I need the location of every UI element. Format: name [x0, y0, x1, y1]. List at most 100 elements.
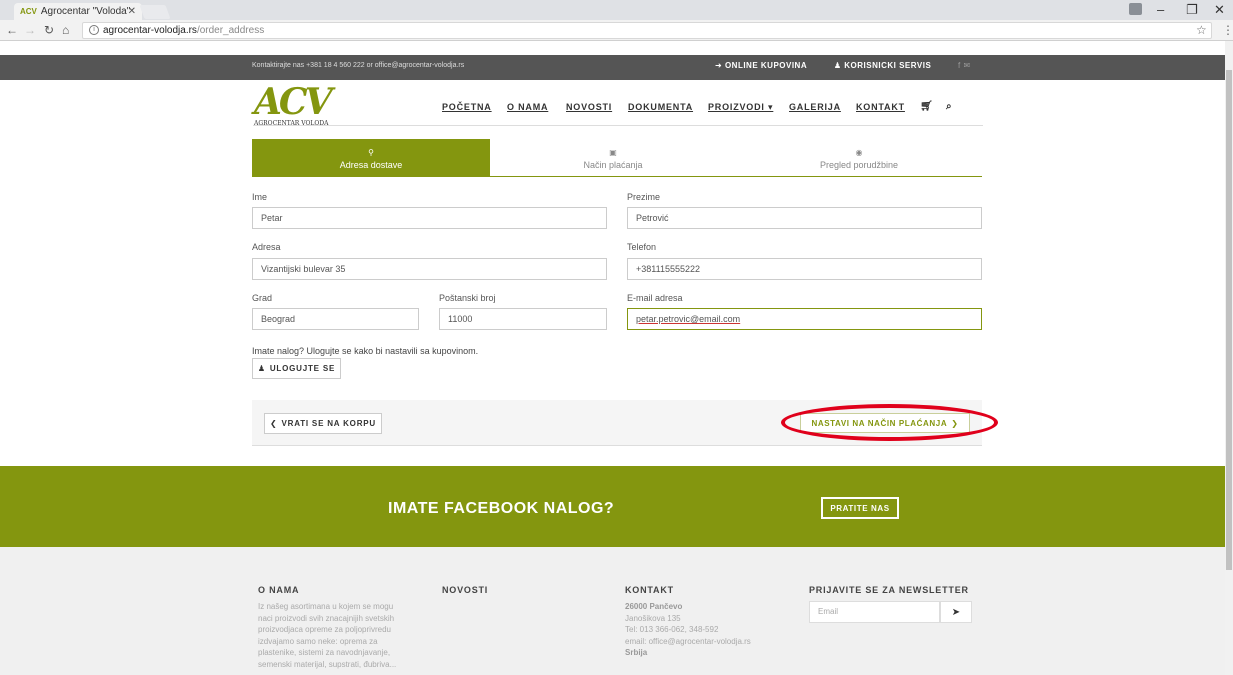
eye-icon: ◉ [855, 148, 863, 157]
back-icon[interactable]: ← [6, 23, 18, 37]
scrollbar-thumb[interactable] [1226, 70, 1232, 570]
newsletter-placeholder: Email [818, 607, 839, 616]
url-path: /order_address [196, 25, 265, 36]
newsletter-send-button[interactable]: ➤ [940, 601, 972, 623]
postanski-broj-label: Poštanski broj [439, 293, 496, 303]
contact-line: Janošikova 135 [625, 613, 681, 623]
contact-line: email: office@agrocentar-volodja.rs [625, 636, 751, 646]
nav-kontakt[interactable]: KONTAKT [856, 102, 905, 112]
login-prompt: Imate nalog? Ulogujte se kako bi nastavi… [252, 346, 479, 356]
step-review-label: Pregled porudžbine [819, 160, 899, 170]
search-icon[interactable]: ⌕ [946, 101, 952, 112]
nav-dokumenta[interactable]: DOKUMENTA [628, 102, 693, 112]
facebook-banner-title: IMATE FACEBOOK NALOG? [388, 500, 615, 517]
footer-contact-title: KONTAKT [625, 585, 674, 595]
follow-us-button[interactable]: PRATITE NAS [821, 497, 899, 519]
adresa-value: Vizantijski bulevar 35 [261, 264, 346, 274]
adresa-label: Adresa [252, 242, 281, 252]
back-to-cart-button[interactable]: ❮ VRATI SE NA KORPU [264, 413, 382, 434]
prezime-label: Prezime [627, 192, 661, 202]
site-logo[interactable]: ACV AGROCENTAR VOLODA [254, 84, 364, 129]
restore-icon[interactable]: ❐ [1186, 2, 1198, 18]
window-close-icon[interactable]: ✕ [1214, 2, 1225, 18]
about-line: naci proizvodi svih znacajnijih svetskih [258, 613, 395, 623]
about-line: semenski materijal, supstrati, đubriva..… [258, 659, 397, 669]
browser-tab[interactable]: ACV Agrocentar "Voloda" ✕ [14, 3, 142, 20]
site-topbar: Kontaktirajte nas +381 18 4 560 222 or o… [0, 55, 1225, 80]
grad-value: Beograd [261, 314, 296, 324]
newsletter-email-input[interactable]: Email [809, 601, 940, 623]
about-line: proizvodjaca opreme za poljoprivredu [258, 625, 391, 634]
checkout-steps: ⚲ Adresa dostave ▣ Način plaćanja ◉ Preg… [252, 139, 982, 177]
footer-about-text: Iz našeg asortimana u kojem se mogu naci… [258, 601, 396, 670]
header-divider [253, 125, 983, 126]
home-icon[interactable]: ⌂ [62, 23, 69, 37]
step-payment-label: Način plaćanja [583, 160, 643, 170]
ime-label: Ime [252, 192, 268, 202]
tab-title: Agrocentar "Voloda" [40, 6, 131, 17]
footer-about-title: O NAMA [258, 585, 300, 595]
favicon-icon: ACV [20, 7, 37, 16]
online-shopping-link[interactable]: ➜ ONLINE KUPOVINA [715, 61, 819, 70]
money-icon: ▣ [609, 148, 617, 157]
browser-tabbar: ACV Agrocentar "Voloda" ✕ – ❐ ✕ [0, 0, 1233, 20]
footer-contact-text: 26000 Pančevo Janošikova 135 Tel: 013 36… [625, 601, 751, 659]
login-button[interactable]: ♟ ULOGUJTE SE [252, 358, 341, 379]
star-icon[interactable]: ☆ [1196, 23, 1207, 37]
prezime-value: Petrović [636, 213, 669, 223]
login-button-label: ULOGUJTE SE [269, 364, 336, 373]
new-tab-button[interactable] [139, 5, 171, 19]
profile-icon[interactable] [1129, 3, 1142, 15]
site-footer [0, 547, 1225, 675]
postanski-broj-value: 11000 [448, 314, 473, 324]
location-icon: ⚲ [368, 148, 374, 157]
send-icon: ➤ [951, 606, 961, 618]
forward-icon[interactable]: → [24, 23, 36, 37]
email-input[interactable]: petar.petrovic@email.com [627, 308, 982, 330]
topbar-links: ➜ ONLINE KUPOVINA ♟ KORISNICKI SERVIS f … [715, 61, 983, 70]
email-value: petar.petrovic@email.com [636, 314, 741, 324]
step-address[interactable]: ⚲ Adresa dostave [252, 139, 490, 177]
reload-icon[interactable]: ↻ [44, 23, 54, 37]
grad-input[interactable]: Beograd [252, 308, 419, 330]
footer-newsletter-title: PRIJAVITE SE ZA NEWSLETTER [809, 585, 969, 595]
url-host: agrocentar-volodja.rs [103, 25, 197, 36]
ime-input[interactable]: Petar [252, 207, 607, 229]
about-line: plastenike, sistemi za navodnjavanje, [258, 648, 391, 657]
nav-pocetna[interactable]: POČETNA [442, 102, 492, 112]
browser-toolbar: ← → ↻ ⌂ i agrocentar-volodja.rs/order_ad… [0, 20, 1233, 41]
social-icons[interactable]: f ✉ [958, 61, 971, 70]
footer-news-title: NOVOSTI [442, 585, 489, 595]
nav-novosti[interactable]: NOVOSTI [566, 102, 612, 112]
chevron-left-icon: ❮ [269, 419, 278, 428]
address-bar[interactable]: i agrocentar-volodja.rs/order_address [82, 22, 1212, 39]
adresa-input[interactable]: Vizantijski bulevar 35 [252, 258, 607, 280]
about-line: Iz našeg asortimana u kojem se mogu [258, 602, 394, 611]
follow-us-label: PRATITE NAS [830, 503, 890, 513]
prezime-input[interactable]: Petrović [627, 207, 982, 229]
nav-galerija[interactable]: GALERIJA [789, 102, 841, 112]
menu-icon[interactable]: ⋮ [1222, 23, 1233, 37]
telefon-label: Telefon [627, 242, 657, 252]
nav-proizvodi[interactable]: PROIZVODI ▾ [708, 102, 773, 113]
telefon-input[interactable]: +381115555222 [627, 258, 982, 280]
postanski-broj-input[interactable]: 11000 [439, 308, 607, 330]
contact-city: 26000 Pančevo [625, 602, 683, 611]
back-to-cart-label: VRATI SE NA KORPU [281, 419, 376, 428]
highlight-ellipse [781, 404, 998, 441]
step-payment[interactable]: ▣ Način plaćanja [490, 139, 736, 177]
ime-value: Petar [261, 213, 283, 223]
customer-service-label: KORISNICKI SERVIS [844, 61, 932, 70]
topbar-contact: Kontaktirajte nas +381 18 4 560 222 or o… [252, 62, 465, 69]
minimize-icon[interactable]: – [1157, 2, 1164, 17]
info-icon[interactable]: i [89, 25, 99, 35]
step-review[interactable]: ◉ Pregled porudžbine [736, 139, 982, 177]
grad-label: Grad [252, 293, 273, 303]
tab-close-icon[interactable]: ✕ [128, 6, 136, 17]
nav-o-nama[interactable]: O NAMA [507, 102, 548, 112]
telefon-value: +381115555222 [636, 264, 700, 274]
cart-icon[interactable]: 🛒︎ [920, 101, 934, 112]
logo-mark: ACV [254, 81, 332, 123]
customer-service-link[interactable]: ♟ KORISNICKI SERVIS [834, 61, 943, 70]
online-shopping-label: ONLINE KUPOVINA [724, 61, 808, 70]
